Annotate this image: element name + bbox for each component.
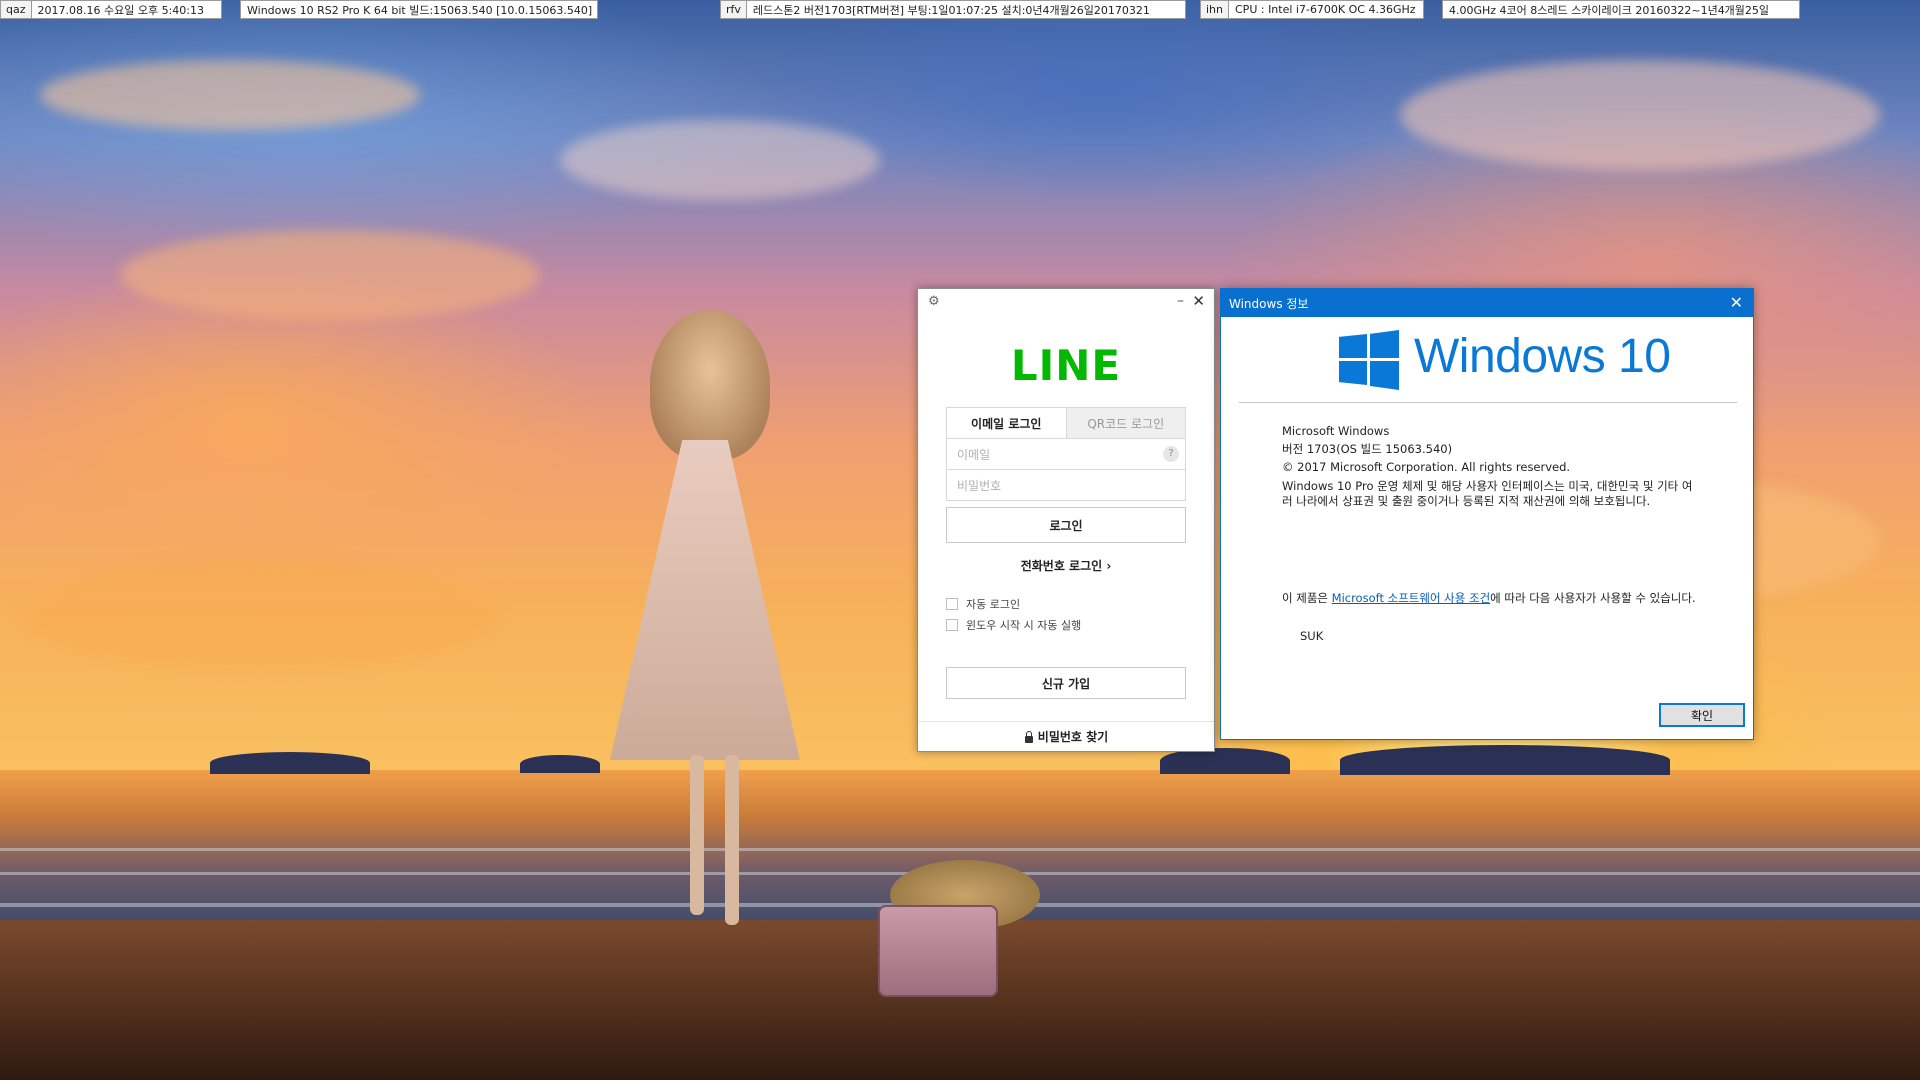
autostart-label: 윈도우 시작 시 자동 실행	[966, 619, 1082, 632]
auto-login-label: 자동 로그인	[966, 598, 1021, 611]
checkbox-icon[interactable]	[946, 598, 958, 610]
windows-logo-icon	[1339, 330, 1399, 390]
info-box-uptime: rfv 레드스톤2 버전1703[RTM버젼] 부팅:1일01:07:25 설치…	[720, 0, 1186, 19]
help-icon[interactable]: ?	[1163, 446, 1179, 462]
winver-titlebar[interactable]: Windows 정보 ✕	[1221, 289, 1753, 317]
version-text: 버전 1703(OS 빌드 15063.540)	[1282, 442, 1453, 456]
password-field[interactable]: 비밀번호	[946, 470, 1186, 501]
login-button[interactable]: 로그인	[946, 507, 1186, 543]
windows-wordmark: Windows 10	[1414, 330, 1671, 383]
checkbox-icon[interactable]	[946, 619, 958, 631]
gear-icon[interactable]: ⚙	[928, 295, 942, 309]
close-icon[interactable]: ✕	[1192, 292, 1205, 310]
find-password-link[interactable]: 비밀번호 찾기	[918, 721, 1214, 751]
info-value: 4.00GHz 4코어 8스레드 스카이레이크 20160322~1년4개월25…	[1449, 3, 1770, 17]
minimize-icon[interactable]: –	[1177, 293, 1184, 309]
password-placeholder: 비밀번호	[957, 478, 1002, 493]
auto-login-checkbox[interactable]: 자동 로그인	[946, 596, 1020, 612]
info-box-cpu-detail: 4.00GHz 4코어 8스레드 스카이레이크 20160322~1년4개월25…	[1442, 0, 1800, 19]
line-logo: LINE	[1010, 341, 1122, 390]
tab-qr-login[interactable]: QR코드 로그인	[1065, 408, 1185, 438]
info-box-os: Windows 10 RS2 Pro K 64 bit 빌드:15063.540…	[240, 0, 598, 19]
info-box-cpu: ihn CPU : Intel i7-6700K OC 4.36GHz	[1200, 0, 1424, 19]
close-icon[interactable]: ✕	[1730, 293, 1743, 312]
info-value: 2017.08.16 수요일 오후 5:40:13	[37, 3, 204, 17]
info-value: 레드스톤2 버전1703[RTM버젼] 부팅:1일01:07:25 설치:0년4…	[752, 3, 1150, 17]
product-name: Microsoft Windows	[1282, 424, 1390, 438]
license-prefix: 이 제품은	[1282, 591, 1332, 605]
license-text: 이 제품은 Microsoft 소프트웨어 사용 조건에 따라 다음 사용자가 …	[1282, 591, 1702, 606]
winver-title: Windows 정보	[1229, 296, 1309, 311]
info-value: CPU : Intel i7-6700K OC 4.36GHz	[1235, 3, 1416, 16]
license-terms-link[interactable]: Microsoft 소프트웨어 사용 조건	[1332, 591, 1491, 605]
line-login-window: ⚙ – ✕ LINE 이메일 로그인 QR코드 로그인 이메일 ? 비밀번호 로…	[917, 288, 1215, 752]
info-box-datetime: qaz 2017.08.16 수요일 오후 5:40:13	[0, 0, 222, 19]
licensed-user: SUK	[1300, 629, 1324, 643]
info-tag: rfv	[721, 1, 747, 18]
doll-figure	[650, 310, 770, 460]
copyright-text: © 2017 Microsoft Corporation. All rights…	[1282, 460, 1571, 474]
suitcase	[878, 905, 998, 997]
lock-icon	[1024, 730, 1034, 743]
email-field[interactable]: 이메일 ?	[946, 439, 1186, 470]
info-tag: qaz	[1, 1, 32, 18]
signup-button[interactable]: 신규 가입	[946, 667, 1186, 699]
phone-login-link[interactable]: 전화번호 로그인 ›	[918, 557, 1214, 574]
email-placeholder: 이메일	[957, 447, 991, 462]
windows-about-dialog: Windows 정보 ✕ Windows 10 Microsoft Window…	[1220, 288, 1754, 740]
ok-button[interactable]: 확인	[1659, 703, 1745, 727]
autostart-checkbox[interactable]: 윈도우 시작 시 자동 실행	[946, 617, 1081, 633]
tab-email-login[interactable]: 이메일 로그인	[947, 408, 1066, 438]
divider	[1239, 402, 1737, 403]
login-tabs: 이메일 로그인 QR코드 로그인	[946, 407, 1186, 439]
info-value: Windows 10 RS2 Pro K 64 bit 빌드:15063.540…	[247, 3, 593, 17]
license-suffix: 에 따라 다음 사용자가 사용할 수 있습니다.	[1490, 591, 1696, 605]
find-password-label: 비밀번호 찾기	[1037, 730, 1109, 744]
line-titlebar[interactable]: ⚙ – ✕	[918, 289, 1214, 317]
info-tag: ihn	[1201, 1, 1229, 18]
trademark-text: Windows 10 Pro 운영 체제 및 해당 사용자 인터페이스는 미국,…	[1282, 479, 1693, 508]
